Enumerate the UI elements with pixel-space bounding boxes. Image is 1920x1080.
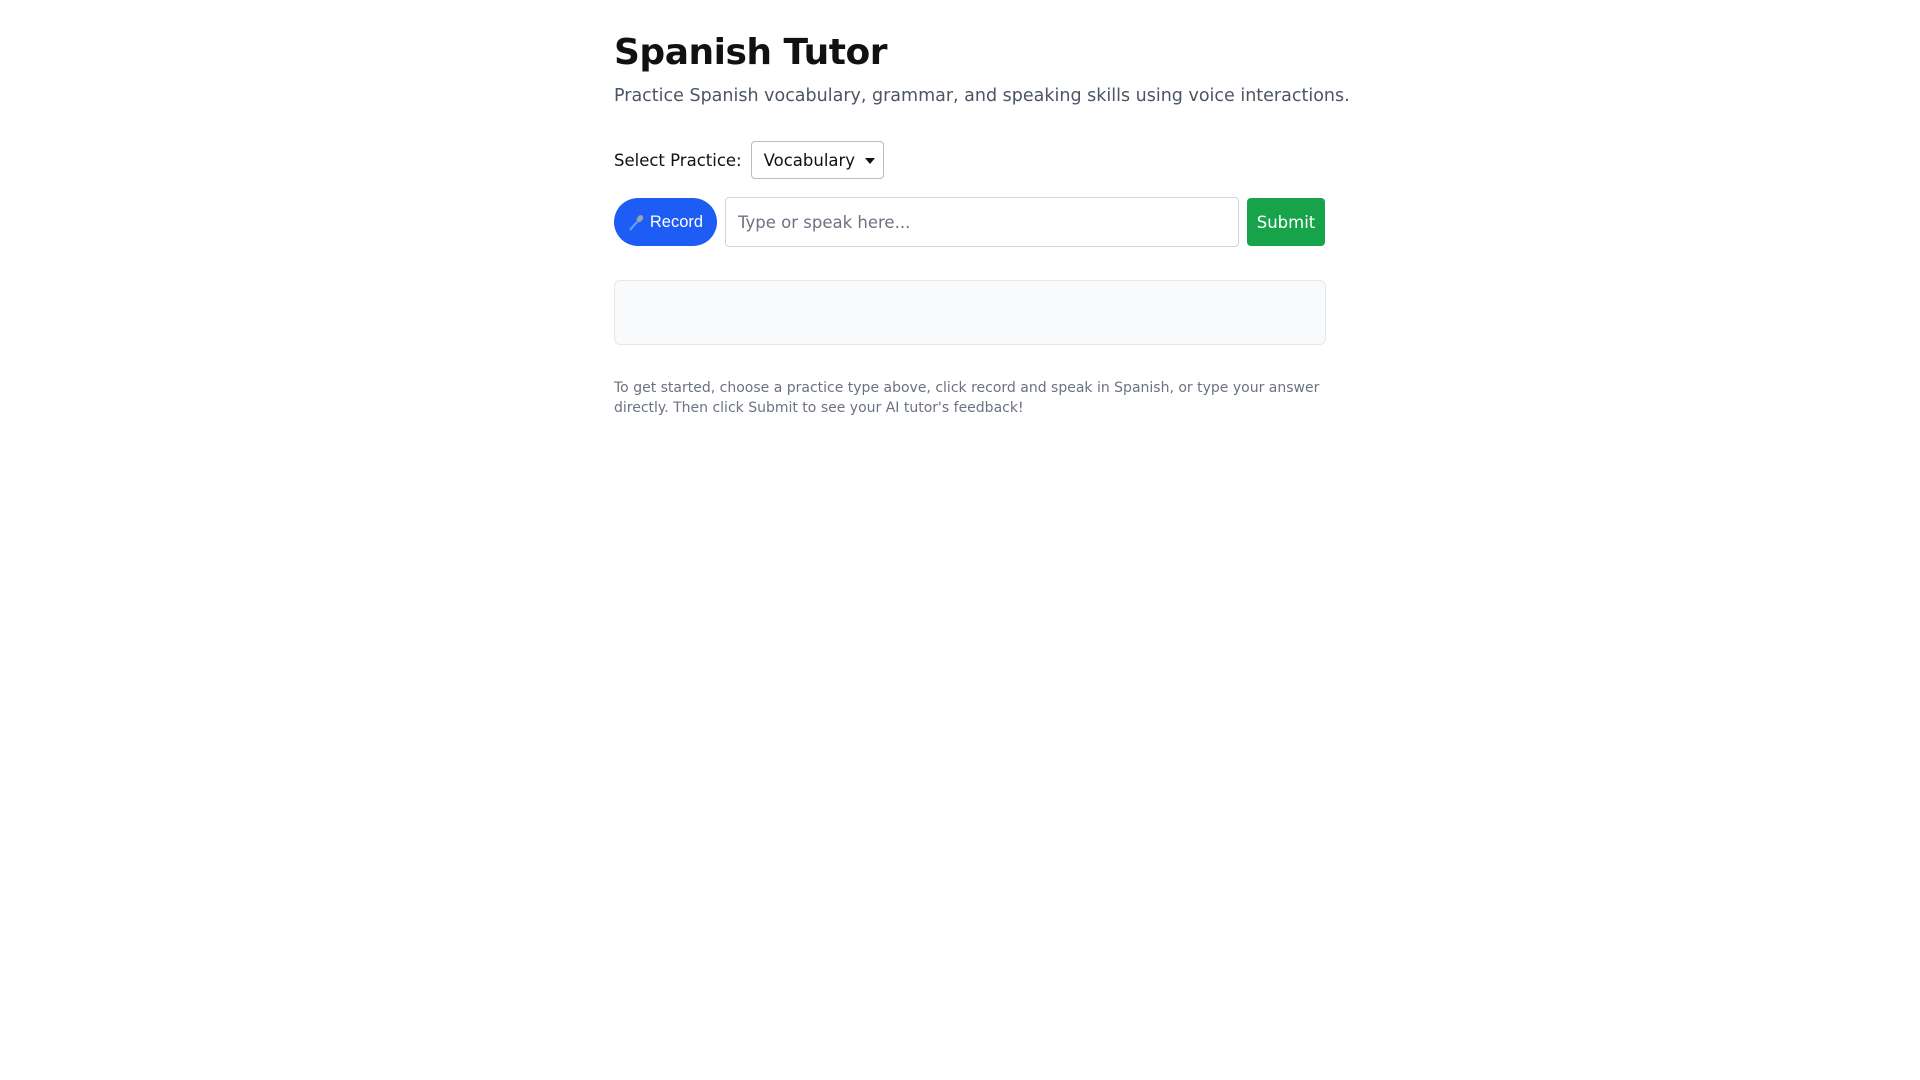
- page-subtitle: Practice Spanish vocabulary, grammar, an…: [614, 86, 1350, 106]
- practice-select[interactable]: Vocabulary: [750, 141, 885, 179]
- page-title: Spanish Tutor: [614, 32, 887, 73]
- submit-button[interactable]: Submit: [1247, 198, 1325, 246]
- practice-selector-row: Select Practice: Vocabulary: [614, 140, 1326, 180]
- help-text: To get started, choose a practice type a…: [614, 380, 1320, 416]
- record-button[interactable]: Record: [614, 198, 717, 246]
- chevron-down-icon: [865, 158, 876, 164]
- input-row: Record Submit: [614, 197, 1326, 247]
- practice-select-value: Vocabulary: [763, 150, 856, 170]
- record-button-label: Record: [649, 212, 704, 231]
- app-container: Spanish Tutor Practice Spanish vocabular…: [614, 30, 1350, 418]
- practice-label: Select Practice:: [614, 150, 742, 170]
- answer-input[interactable]: [725, 197, 1239, 247]
- feedback-panel: [614, 280, 1326, 345]
- microphone-icon: [629, 214, 644, 230]
